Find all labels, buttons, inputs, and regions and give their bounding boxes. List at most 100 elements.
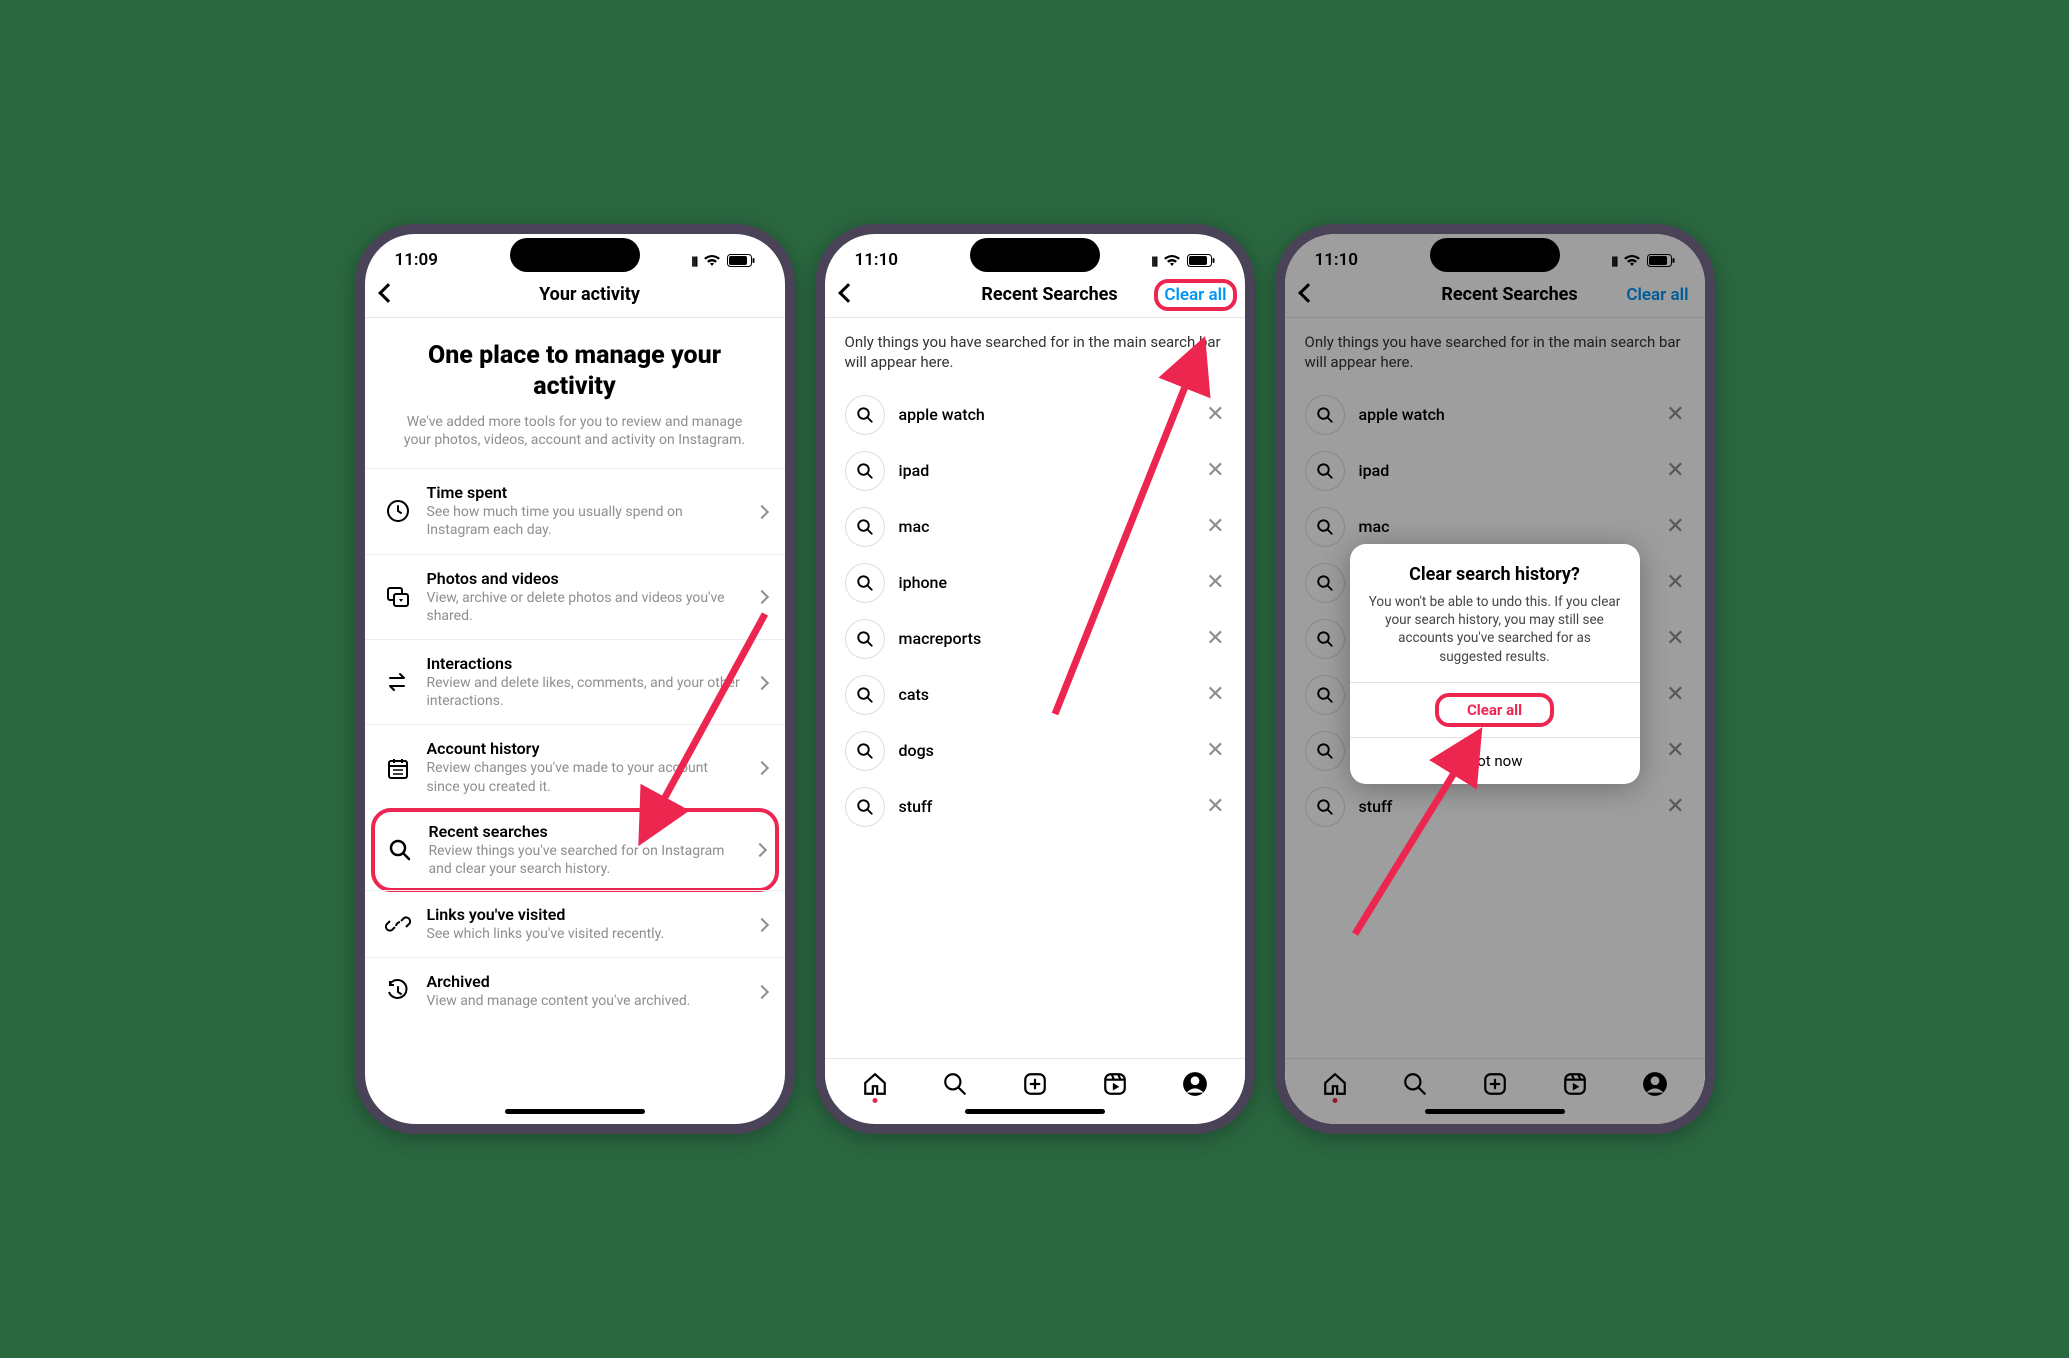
dialog-not-now-button[interactable]: Not now	[1350, 737, 1640, 784]
dialog-clear-all-button[interactable]: Clear all	[1350, 682, 1640, 737]
clock: 11:10	[1315, 250, 1358, 270]
search-item[interactable]: cats ✕	[825, 667, 1245, 723]
search-item[interactable]: ipad✕	[825, 443, 1245, 499]
magnifier-icon	[385, 838, 415, 862]
clear-all-button[interactable]: Clear all	[1162, 283, 1228, 307]
remove-search-button[interactable]: ✕	[1206, 794, 1224, 819]
remove-search-button[interactable]: ✕	[1206, 682, 1224, 707]
menu-item-account-history[interactable]: Account historyReview changes you've mad…	[365, 724, 785, 809]
phone-frame-3: 11:10 Recent Searches Clear all Only thi…	[1275, 224, 1715, 1134]
content-area[interactable]: One place to manage your activity We've …	[365, 318, 785, 1103]
link-icon	[383, 912, 413, 936]
remove-search-button: ✕	[1666, 794, 1684, 819]
signal-icon	[1611, 250, 1616, 270]
magnifier-icon	[1305, 675, 1345, 715]
signal-icon	[1151, 250, 1156, 270]
search-item[interactable]: macreports✕	[825, 611, 1245, 667]
search-term: cats	[899, 685, 1193, 704]
tab-create[interactable]	[1022, 1071, 1048, 1097]
menu-item-photos[interactable]: Photos and videosView, archive or delete…	[365, 554, 785, 639]
remove-search-button: ✕	[1666, 514, 1684, 539]
info-text: Only things you have searched for in the…	[1285, 318, 1705, 387]
back-button[interactable]	[1301, 285, 1331, 304]
tab-reels[interactable]	[1102, 1071, 1128, 1097]
search-item[interactable]: apple watch✕	[825, 387, 1245, 443]
magnifier-icon	[1305, 563, 1345, 603]
menu-label: Links you've visited	[427, 905, 743, 924]
search-item: apple watch✕	[1285, 387, 1705, 443]
screen-1: 11:09 Your activity One place to manage …	[365, 234, 785, 1124]
tab-home[interactable]	[862, 1071, 888, 1097]
remove-search-button: ✕	[1666, 626, 1684, 651]
search-item[interactable]: mac✕	[825, 499, 1245, 555]
signal-icon	[691, 250, 696, 270]
magnifier-icon	[1305, 507, 1345, 547]
search-term: stuff	[899, 797, 1193, 816]
notch	[970, 238, 1100, 272]
wifi-icon	[1163, 254, 1181, 267]
confirm-dialog: Clear search history? You won't be able …	[1350, 544, 1640, 784]
archive-icon	[383, 979, 413, 1003]
search-item[interactable]: iphone✕	[825, 555, 1245, 611]
back-button[interactable]	[841, 285, 871, 304]
chevron-right-icon	[757, 982, 767, 1001]
magnifier-icon	[1305, 451, 1345, 491]
chevron-left-icon	[838, 283, 858, 303]
remove-search-button[interactable]: ✕	[1206, 514, 1224, 539]
phone-frame-1: 11:09 Your activity One place to manage …	[355, 224, 795, 1134]
remove-search-button[interactable]: ✕	[1206, 626, 1224, 651]
phone-frame-2: 11:10 Recent Searches Clear all Only thi…	[815, 224, 1255, 1134]
menu-label: Account history	[427, 739, 743, 758]
tab-profile[interactable]	[1182, 1071, 1208, 1097]
chevron-right-icon	[757, 587, 767, 606]
info-text: Only things you have searched for in the…	[825, 318, 1245, 387]
remove-search-button[interactable]: ✕	[1206, 570, 1224, 595]
menu-label: Time spent	[427, 483, 743, 502]
content-area[interactable]: Only things you have searched for in the…	[825, 318, 1245, 1058]
menu-item-archived[interactable]: ArchivedView and manage content you've a…	[365, 957, 785, 1024]
home-indicator[interactable]	[1425, 1109, 1565, 1114]
calendar-icon	[383, 756, 413, 780]
tab-profile	[1642, 1071, 1668, 1097]
search-term: dogs	[899, 741, 1193, 760]
interactions-icon	[383, 670, 413, 694]
clock-icon	[383, 499, 413, 523]
search-item[interactable]: dogs ✕	[825, 723, 1245, 779]
clear-all-button[interactable]: Clear all	[1626, 285, 1688, 305]
back-button[interactable]	[381, 285, 411, 304]
tab-search[interactable]	[942, 1071, 968, 1097]
remove-search-button[interactable]: ✕	[1206, 402, 1224, 427]
battery-icon	[727, 254, 755, 267]
tab-bar	[1285, 1058, 1705, 1103]
home-indicator[interactable]	[965, 1109, 1105, 1114]
magnifier-icon	[1305, 619, 1345, 659]
hero-section: One place to manage your activity We've …	[365, 318, 785, 468]
hero-desc: We've added more tools for you to review…	[395, 413, 755, 451]
chevron-right-icon	[757, 673, 767, 692]
chevron-right-icon	[757, 758, 767, 777]
magnifier-icon	[1305, 787, 1345, 827]
remove-search-button[interactable]: ✕	[1206, 738, 1224, 763]
notch	[510, 238, 640, 272]
tab-reels	[1562, 1071, 1588, 1097]
menu-item-links[interactable]: Links you've visitedSee which links you'…	[365, 890, 785, 957]
search-item[interactable]: stuff ✕	[825, 779, 1245, 835]
search-term: mac	[1359, 517, 1653, 536]
home-indicator[interactable]	[505, 1109, 645, 1114]
remove-search-button: ✕	[1666, 682, 1684, 707]
photos-icon	[383, 585, 413, 609]
menu-label: Interactions	[427, 654, 743, 673]
search-term: ipad	[1359, 461, 1653, 480]
menu-item-time-spent[interactable]: Time spentSee how much time you usually …	[365, 468, 785, 553]
battery-icon	[1647, 254, 1675, 267]
search-item: stuff✕	[1285, 779, 1705, 835]
magnifier-icon	[845, 731, 885, 771]
magnifier-icon	[845, 675, 885, 715]
magnifier-icon	[845, 507, 885, 547]
menu-item-interactions[interactable]: InteractionsReview and delete likes, com…	[365, 639, 785, 724]
tab-search	[1402, 1071, 1428, 1097]
menu-desc: See how much time you usually spend on I…	[427, 503, 743, 539]
clock: 11:10	[855, 250, 898, 270]
remove-search-button[interactable]: ✕	[1206, 458, 1224, 483]
menu-item-recent-searches[interactable]: Recent searchesReview things you've sear…	[371, 808, 779, 892]
